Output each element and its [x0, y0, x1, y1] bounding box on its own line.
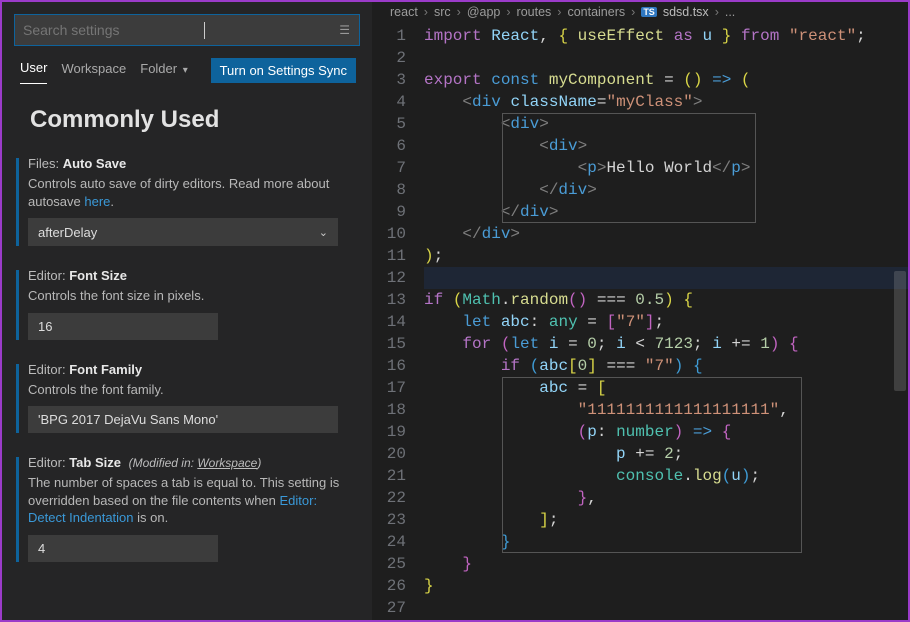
settings-scope-tabs: User Workspace Folder ▾ — [20, 56, 188, 84]
setting-category: Editor: — [28, 455, 66, 470]
settings-panel: ☰ User Workspace Folder ▾ Turn on Settin… — [2, 2, 372, 620]
typescript-icon: TS — [641, 7, 657, 17]
select-value: afterDelay — [38, 225, 97, 240]
chevron-right-icon: › — [424, 5, 428, 19]
crumb-file[interactable]: sdsd.tsx — [663, 5, 709, 19]
breadcrumb[interactable]: react › src › @app › routes › containers › TS… — [372, 2, 908, 21]
crumb-tail[interactable]: ... — [725, 5, 735, 19]
setting-category: Editor: — [28, 362, 66, 377]
modified-note: (Modified in: Workspace) — [129, 456, 262, 470]
chevron-right-icon: › — [506, 5, 510, 19]
settings-tabs-row: User Workspace Folder ▾ Turn on Settings… — [2, 52, 372, 84]
fontsize-input[interactable]: 16 — [28, 313, 218, 340]
editor-panel: react › src › @app › routes › containers › TS… — [372, 2, 908, 620]
chevron-down-icon: ▾ — [183, 65, 188, 76]
autosave-doc-link[interactable]: here — [84, 194, 110, 209]
chevron-right-icon: › — [715, 5, 719, 19]
setting-key: Font Family — [69, 362, 142, 377]
tab-folder[interactable]: Folder ▾ — [140, 57, 188, 84]
setting-title: Editor: Tab Size (Modified in: Workspace… — [28, 455, 346, 470]
setting-desc: Controls the font family. — [28, 381, 346, 399]
modnote-suffix: ) — [257, 456, 261, 470]
setting-title: Editor: Font Size — [28, 268, 346, 283]
search-field[interactable] — [23, 22, 204, 38]
desc-tail: is on. — [134, 510, 169, 525]
code-area[interactable]: import React, { useEffect as u } from "r… — [424, 21, 908, 620]
setting-fontsize: Editor: Font Size Controls the font size… — [2, 258, 372, 352]
text-cursor — [204, 22, 205, 39]
crumb[interactable]: containers — [567, 5, 625, 19]
modified-indicator — [16, 364, 19, 434]
setting-key: Font Size — [69, 268, 127, 283]
setting-category: Files: — [28, 156, 59, 171]
tab-folder-label: Folder — [140, 61, 177, 76]
chevron-right-icon: › — [631, 5, 635, 19]
crumb[interactable]: routes — [517, 5, 552, 19]
code-editor[interactable]: 1234567891011121314151617181920212223242… — [372, 21, 908, 620]
vertical-scrollbar[interactable] — [894, 271, 906, 391]
setting-fontfamily: Editor: Font Family Controls the font fa… — [2, 352, 372, 446]
tabsize-input[interactable]: 4 — [28, 535, 218, 562]
modified-indicator — [16, 158, 19, 246]
setting-desc: Controls auto save of dirty editors. Rea… — [28, 175, 346, 210]
desc-tail: . — [110, 194, 114, 209]
desc-text: Controls auto save of dirty editors. Rea… — [28, 176, 329, 209]
modified-indicator — [16, 457, 19, 562]
crumb[interactable]: src — [434, 5, 451, 19]
tab-workspace[interactable]: Workspace — [61, 57, 126, 84]
modified-scope-link[interactable]: Workspace — [197, 456, 257, 470]
settings-sync-button[interactable]: Turn on Settings Sync — [211, 58, 356, 83]
setting-desc: The number of spaces a tab is equal to. … — [28, 474, 346, 527]
search-wrap: ☰ — [2, 2, 372, 52]
setting-desc: Controls the font size in pixels. — [28, 287, 346, 305]
setting-key: Auto Save — [63, 156, 127, 171]
setting-title: Files: Auto Save — [28, 156, 346, 171]
crumb[interactable]: @app — [467, 5, 501, 19]
section-title: Commonly Used — [2, 98, 372, 146]
modnote-prefix: (Modified in: — [129, 456, 198, 470]
modified-indicator — [16, 270, 19, 340]
crumb[interactable]: react — [390, 5, 418, 19]
tab-user[interactable]: User — [20, 56, 47, 84]
autosave-select[interactable]: afterDelay ⌄ — [28, 218, 338, 246]
chevron-down-icon: ⌄ — [319, 226, 328, 239]
setting-category: Editor: — [28, 268, 66, 283]
search-settings-input[interactable]: ☰ — [14, 14, 360, 46]
chevron-right-icon: › — [457, 5, 461, 19]
setting-tabsize: Editor: Tab Size (Modified in: Workspace… — [2, 445, 372, 574]
setting-autosave: Files: Auto Save Controls auto save of d… — [2, 146, 372, 258]
fontfamily-input[interactable]: 'BPG 2017 DejaVu Sans Mono' — [28, 406, 338, 433]
setting-title: Editor: Font Family — [28, 362, 346, 377]
line-gutter: 1234567891011121314151617181920212223242… — [372, 21, 424, 620]
setting-key: Tab Size — [69, 455, 121, 470]
filter-icon[interactable]: ☰ — [339, 23, 351, 37]
chevron-right-icon: › — [557, 5, 561, 19]
settings-scroll[interactable]: Commonly Used Files: Auto Save Controls … — [2, 84, 372, 620]
app-frame: ☰ User Workspace Folder ▾ Turn on Settin… — [0, 0, 910, 622]
